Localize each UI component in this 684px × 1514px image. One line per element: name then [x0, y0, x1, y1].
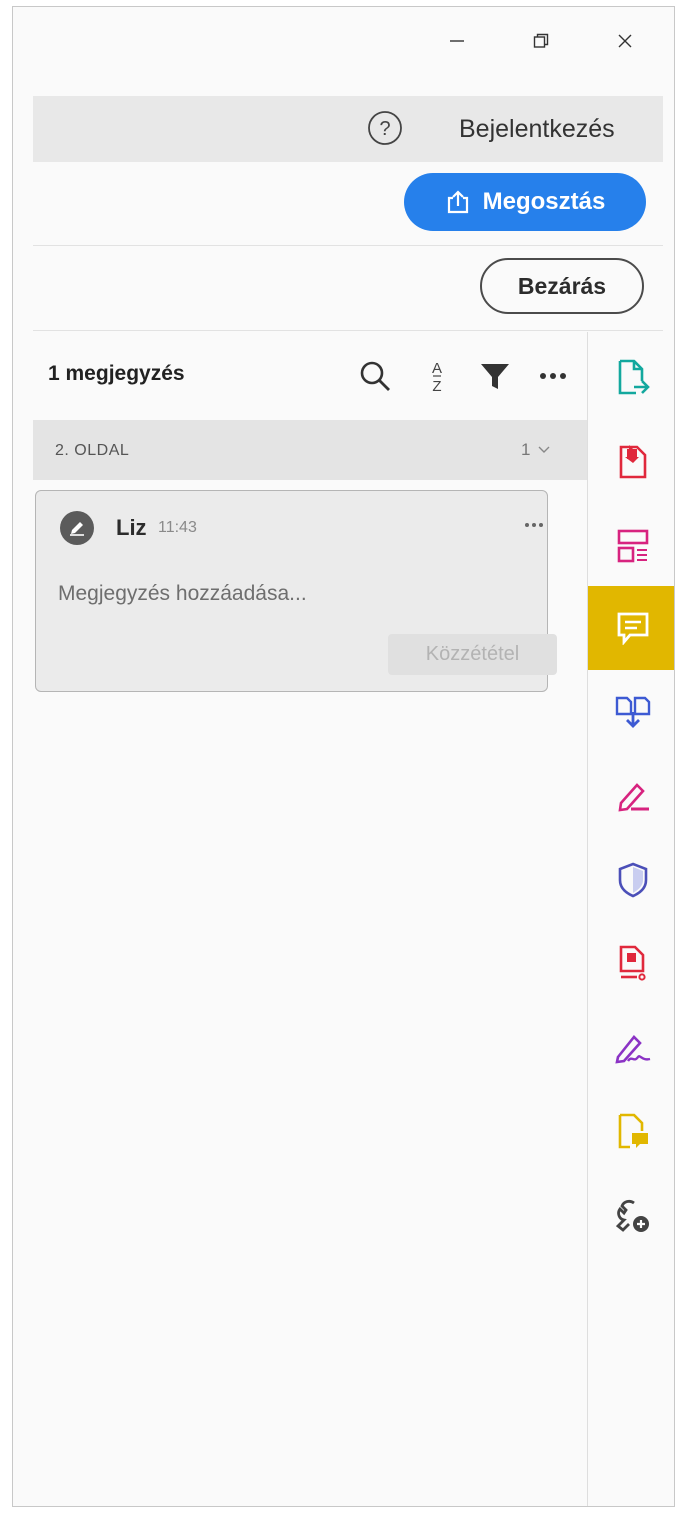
comment-time: 11:43: [158, 519, 197, 536]
tool-protect[interactable]: [588, 838, 674, 922]
share-label: Megosztás: [482, 188, 606, 215]
help-icon: ?: [368, 111, 402, 145]
comments-panel-header: 1 megjegyzés AZ: [33, 332, 587, 418]
comment-card: Liz 11:43 Közzététel: [35, 490, 557, 692]
comments-panel: 1 megjegyzés AZ 2. OLDAL 1 Liz 11:43 Meg…: [33, 332, 587, 1506]
app-window: ? Bejelentkezés Megosztás Bezárás 1 megj…: [12, 6, 675, 1507]
send-for-comments-icon: [618, 1113, 648, 1149]
tool-send-for-comments[interactable]: [588, 1090, 674, 1174]
page-comment-count: 1: [521, 440, 550, 460]
filter-comments-button[interactable]: [475, 356, 515, 396]
filter-icon: [481, 364, 509, 389]
comment-more-button[interactable]: [522, 513, 546, 537]
search-comments-button[interactable]: [355, 356, 395, 396]
protect-icon: [618, 862, 647, 898]
tool-edit-pdf[interactable]: [588, 504, 674, 588]
pencil-icon: [70, 522, 84, 536]
comment-input[interactable]: [58, 577, 528, 611]
close-icon: [618, 34, 632, 48]
help-button[interactable]: ?: [367, 110, 403, 146]
restore-icon: [533, 33, 549, 48]
tools-rail: [587, 332, 674, 1506]
svg-text:A: A: [432, 360, 442, 377]
share-button[interactable]: Megosztás: [404, 173, 646, 231]
svg-text:Z: Z: [432, 378, 441, 395]
combine-files-icon: [615, 696, 650, 728]
tool-compress-pdf[interactable]: [588, 922, 674, 1006]
chevron-down-icon: [538, 446, 550, 453]
tool-request-signature[interactable]: [588, 1006, 674, 1090]
more-tools-icon: [615, 1199, 649, 1232]
page-label: 2. OLDAL: [55, 442, 130, 459]
avatar: [60, 511, 94, 545]
more-icon: [525, 523, 543, 527]
account-bar: ? Bejelentkezés: [33, 96, 663, 162]
more-icon: [540, 373, 566, 379]
close-window-button[interactable]: [605, 21, 645, 61]
create-pdf-icon: [619, 445, 646, 479]
tool-fill-sign[interactable]: [588, 754, 674, 838]
export-pdf-icon: [618, 359, 650, 395]
sort-comments-button[interactable]: AZ: [417, 356, 457, 396]
title-bar: [13, 7, 674, 69]
minimize-icon: [450, 40, 464, 42]
compress-pdf-icon: [619, 945, 646, 981]
minimize-button[interactable]: [437, 21, 477, 61]
fill-sign-icon: [617, 783, 649, 812]
share-bar: Megosztás: [33, 162, 663, 246]
tool-comment[interactable]: [588, 586, 674, 670]
post-button[interactable]: Közzététel: [388, 634, 557, 675]
comments-more-button[interactable]: [533, 356, 573, 396]
comment-icon: [617, 612, 648, 645]
share-upload-icon: [447, 190, 468, 214]
close-button[interactable]: Bezárás: [480, 258, 644, 314]
edit-pdf-icon: [617, 529, 648, 563]
page-count-value: 1: [521, 440, 531, 459]
comments-count: 1 megjegyzés: [48, 362, 185, 385]
tool-combine-files[interactable]: [588, 670, 674, 754]
tool-export-pdf[interactable]: [588, 336, 674, 420]
comment-author: Liz: [116, 515, 147, 540]
tool-more-tools[interactable]: [588, 1174, 674, 1258]
request-signature-icon: [614, 1035, 650, 1064]
close-bar: Bezárás: [33, 247, 663, 331]
sort-az-icon: AZ: [432, 360, 442, 395]
tool-create-pdf[interactable]: [588, 420, 674, 504]
search-icon: [360, 361, 390, 391]
login-link[interactable]: Bejelentkezés: [459, 115, 615, 144]
svg-text:?: ?: [379, 118, 390, 140]
restore-button[interactable]: [521, 21, 561, 61]
page-group-header[interactable]: 2. OLDAL 1: [33, 420, 587, 480]
